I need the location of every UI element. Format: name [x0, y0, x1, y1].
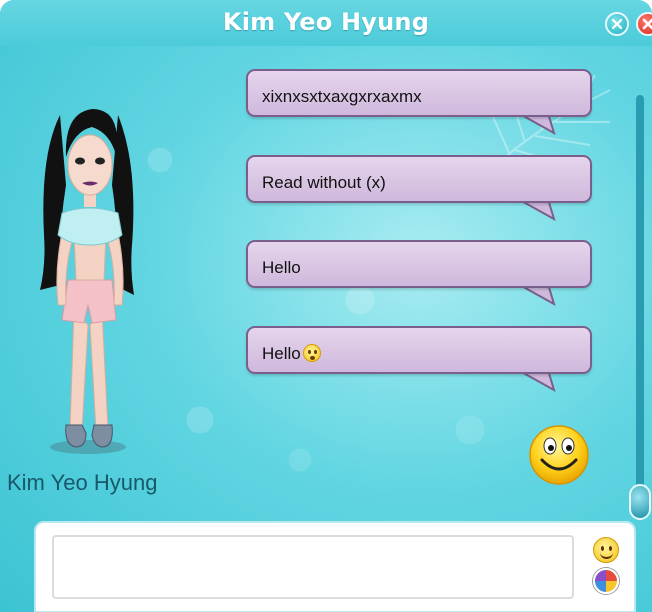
color-wheel-icon[interactable]: [593, 568, 619, 594]
message-bubble: Hello: [246, 326, 592, 392]
message-text: Read without (x): [262, 173, 386, 192]
message-text-with-emoji: Hello: [262, 344, 321, 364]
bubble-body: Hello: [246, 326, 592, 374]
bubble-body: xixnxsxtxaxgxrxaxmx: [246, 69, 592, 117]
composer-panel: [34, 521, 636, 612]
title-bar: Kim Yeo Hyung: [0, 0, 652, 46]
chat-window: Kim Yeo Hyung Kim Yeo Hyung xixnxsxtxaxg…: [0, 0, 652, 612]
message-text: xixnxsxtxaxgxrxaxmx: [262, 87, 422, 106]
big-smiley-icon: [529, 425, 589, 485]
scrollbar-thumb[interactable]: [629, 484, 651, 520]
bubble-body: Hello: [246, 240, 592, 288]
message-text: Hello: [262, 344, 301, 363]
bubble-body: Read without (x): [246, 155, 592, 203]
smiley-icon[interactable]: [593, 537, 619, 563]
message-bubble: xixnxsxtxaxgxrxaxmx: [246, 69, 592, 135]
message-bubble: Hello: [246, 240, 592, 306]
worried-face-icon: [302, 344, 321, 362]
circle-x-icon[interactable]: [605, 12, 629, 36]
avatar-name: Kim Yeo Hyung: [7, 470, 158, 495]
message-bubble: Read without (x): [246, 155, 592, 221]
scrollbar-track[interactable]: [636, 95, 644, 500]
window-title: Kim Yeo Hyung: [222, 8, 430, 36]
message-input[interactable]: [52, 535, 574, 599]
avatar[interactable]: [30, 95, 140, 460]
message-text: Hello: [262, 258, 301, 277]
